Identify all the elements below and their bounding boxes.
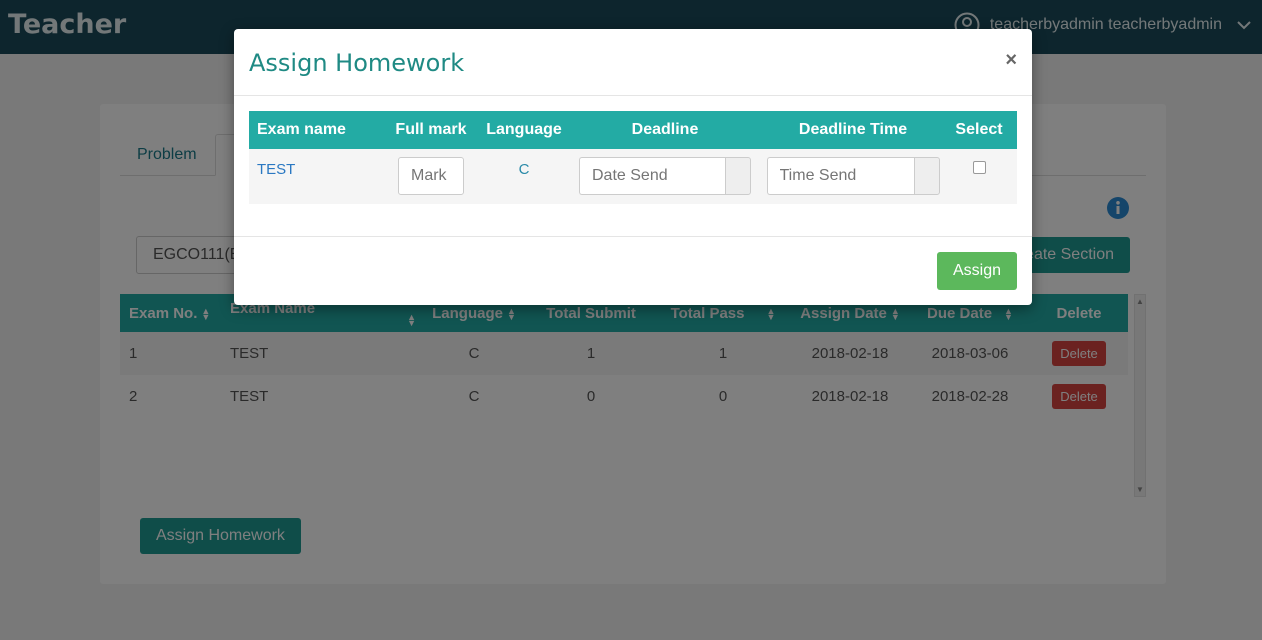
exam-link[interactable]: TEST [257,161,295,178]
assign-button[interactable]: Assign [936,252,1017,290]
col-language: Language [483,111,565,149]
cell-deadline [565,149,765,204]
cell-language: C [483,149,565,204]
calendar-addon[interactable] [725,157,751,195]
date-input[interactable] [579,157,725,195]
assign-homework-modal: Assign Homework × Exam name Full mark La… [234,29,1032,305]
table-row: TEST C [249,149,1017,204]
col-full-mark: Full mark [379,111,483,149]
col-deadline-time: Deadline Time [765,111,941,149]
col-exam-name: Exam name [249,111,379,149]
col-deadline: Deadline [565,111,765,149]
mark-input[interactable] [398,157,464,195]
cell-exam-name: TEST [249,149,379,204]
time-input[interactable] [766,157,914,195]
col-select: Select [941,111,1017,149]
modal-exam-table: Exam name Full mark Language Deadline De… [249,111,1017,204]
modal-footer: Assign [234,236,1032,305]
language-value: C [518,161,530,178]
modal-header: Assign Homework × [234,29,1032,96]
modal-title: Assign Homework [249,49,465,77]
close-icon[interactable]: × [1005,49,1017,72]
clock-addon[interactable] [913,157,940,195]
cell-select [941,149,1017,204]
cell-full-mark [379,149,483,204]
time-picker[interactable] [766,157,940,195]
date-picker[interactable] [579,157,751,195]
cell-deadline-time [765,149,941,204]
select-checkbox[interactable] [972,161,986,174]
